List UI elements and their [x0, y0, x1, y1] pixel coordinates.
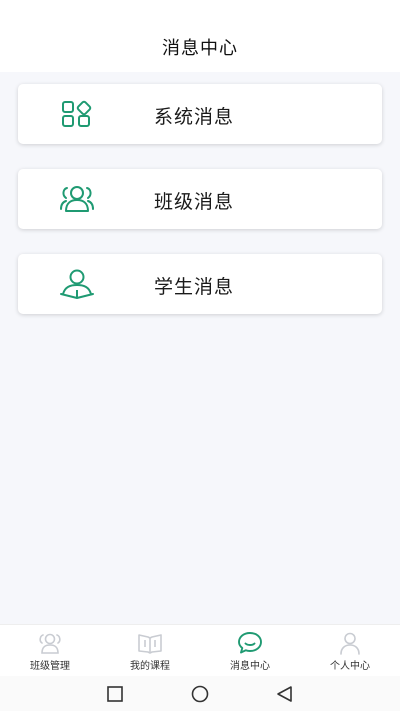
student-reading-icon: [60, 269, 94, 299]
square-recent-icon[interactable]: [104, 683, 126, 705]
page-title: 消息中心: [162, 38, 238, 59]
person-icon: [340, 632, 360, 655]
tab-my-courses[interactable]: 我的课程: [100, 625, 200, 677]
card-class-messages[interactable]: 班级消息: [18, 169, 382, 229]
tab-label: 班级管理: [30, 661, 70, 672]
bottom-tab-bar: 班级管理 我的课程 消息中心 个人中心: [0, 624, 400, 677]
system-navigation-bar: [0, 676, 400, 711]
triangle-back-icon[interactable]: [274, 683, 296, 705]
book-icon: [138, 634, 162, 654]
tab-message-center[interactable]: 消息中心: [200, 625, 300, 677]
group-users-icon: [60, 186, 94, 212]
card-system-messages[interactable]: 系统消息: [18, 84, 382, 144]
tab-label: 个人中心: [330, 661, 370, 672]
header-bar: 消息中心: [0, 0, 400, 72]
grid-apps-icon: [62, 100, 92, 127]
card-label: 学生消息: [154, 276, 235, 298]
card-label: 系统消息: [154, 106, 235, 128]
chat-bubble-icon: [238, 632, 262, 654]
class-users-icon: [39, 633, 61, 654]
tab-label: 我的课程: [130, 661, 170, 672]
card-student-messages[interactable]: 学生消息: [18, 254, 382, 314]
message-list: 系统消息 班级消息 学生消息: [0, 72, 400, 624]
circle-home-icon[interactable]: [189, 683, 211, 705]
tab-personal-center[interactable]: 个人中心: [300, 625, 400, 677]
tab-label: 消息中心: [230, 661, 270, 672]
tab-class-management[interactable]: 班级管理: [0, 625, 100, 677]
card-label: 班级消息: [154, 191, 235, 213]
